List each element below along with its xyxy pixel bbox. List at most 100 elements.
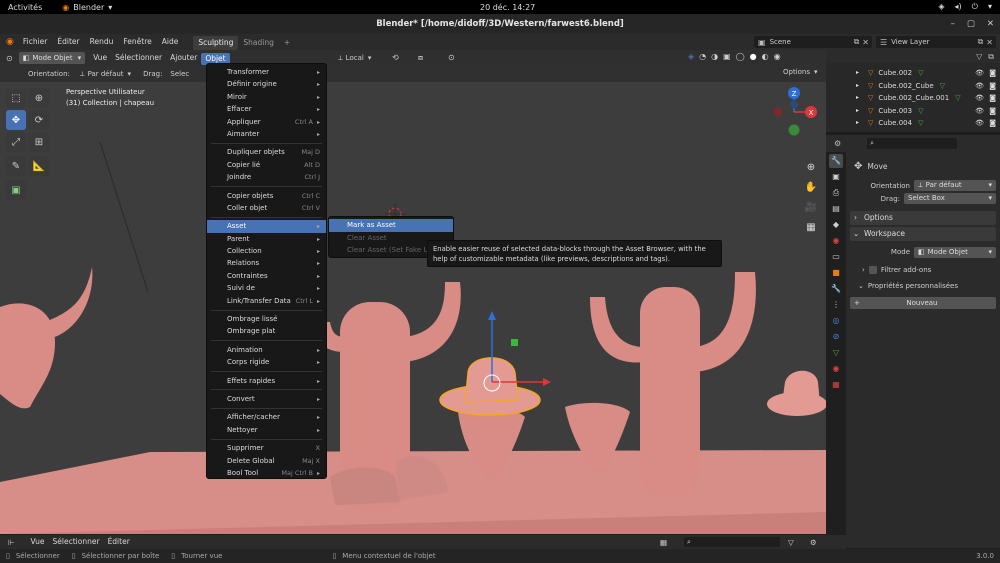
menu-fichier[interactable]: Fichier [18,34,53,50]
zoom-icon[interactable]: ⊕ [802,158,820,178]
close-icon[interactable]: ✕ [987,14,994,34]
copy-icon[interactable]: ⧉ [978,37,984,47]
workspace-mode-dropdown[interactable]: ◧ Mode Objet ▾ [914,246,996,258]
rendered-shading-icon[interactable]: ◉ [774,52,781,61]
object-menu-item[interactable]: Afficher/cacher ▸ [207,411,326,423]
object-menu-item[interactable]: Aimanter ▸ [207,128,326,140]
menu-fenetre[interactable]: Fenêtre [118,34,156,50]
transform-orientation[interactable]: ⟂ Local ▾ [338,52,371,64]
scale-tool[interactable]: ⤢ [6,132,26,152]
maximize-icon[interactable]: ▢ [967,14,975,34]
tab-shading[interactable]: Shading [238,36,278,50]
visibility-eye-icon[interactable]: 👁 [975,80,984,93]
menu-vue[interactable]: Vue [89,50,111,66]
navigation-gizmo[interactable]: Z X [770,84,820,142]
object-menu-item[interactable]: Parent ▸ [207,233,326,245]
grid-view-icon[interactable]: ▦ [660,538,667,547]
bottom-menu-vue[interactable]: Vue [27,534,49,550]
menu-selectionner[interactable]: Sélectionner [111,50,166,66]
options-dropdown[interactable]: Options ▾ [783,68,818,76]
add-cube-tool[interactable]: ▣ [6,180,26,200]
expand-arrow-icon[interactable]: ▸ [856,67,859,80]
object-menu-item[interactable]: Bool Tool Maj Ctrl B ▸ [207,467,326,479]
modifier-tab-icon[interactable]: 🔧 [829,282,843,296]
wireframe-shading-icon[interactable]: ◯ [736,52,745,61]
object-menu-item[interactable]: Corps rigide ▸ [207,356,326,368]
menu-editer[interactable]: Éditer [52,34,84,50]
object-tab-icon[interactable]: ■ [829,266,843,280]
render-camera-icon[interactable]: ◙ [989,92,996,105]
proportional-edit-icon[interactable]: ⊙ [448,53,455,62]
rotate-tool[interactable]: ⟳ [29,110,49,130]
expand-arrow-icon[interactable]: ▸ [856,80,859,93]
pan-hand-icon[interactable]: ✋ [802,178,820,198]
properties-search-input[interactable]: ⌕ [867,138,958,149]
menu-aide[interactable]: Aide [157,34,184,50]
world-tab-icon[interactable]: ◉ [829,234,843,248]
view-layer-tab-icon[interactable]: ▤ [829,202,843,216]
new-collection-icon[interactable]: ⧉ [988,52,994,62]
filter-addons-row[interactable]: › Filtrer add-ons [850,263,996,277]
object-menu-item[interactable]: Animation ▸ [207,344,326,356]
tab-sculpting[interactable]: Sculpting [193,35,239,50]
render-camera-icon[interactable]: ◙ [989,67,996,80]
transform-tool[interactable]: ⊞ [29,132,49,152]
expand-arrow-icon[interactable]: ▸ [856,105,859,118]
expand-arrow-icon[interactable]: ▸ [856,117,859,130]
object-menu-item[interactable]: Coller objet Ctrl V [207,202,326,214]
add-workspace-button[interactable]: + [279,36,295,50]
object-menu-item[interactable]: Miroir ▸ [207,91,326,103]
xray-icon[interactable]: ▣ [723,52,731,61]
cursor-tool[interactable]: ⊕ [29,88,49,108]
copy-icon[interactable]: ⧉ [854,37,860,47]
system-tray[interactable]: ◈ ◂) ⏻ ▾ [938,2,992,12]
render-camera-icon[interactable]: ◙ [989,80,996,93]
expand-arrow-icon[interactable]: ▸ [856,92,859,105]
visibility-eye-icon[interactable]: 👁 [975,92,984,105]
visibility-eye-icon[interactable]: 👁 [975,105,984,118]
object-menu-item[interactable]: Effets rapides ▸ [207,375,326,387]
object-menu-item[interactable]: Supprimer X [207,442,326,454]
outliner-row[interactable]: ▸ ▽ Cube.002_Cube.001 ▽ 👁 ◙ [826,92,1000,105]
object-menu-item[interactable]: Nettoyer ▸ [207,424,326,436]
custom-properties-panel[interactable]: ⌄ Propriétés personnalisées [850,279,996,293]
render-tab-icon[interactable]: ▣ [829,170,843,184]
outliner-row[interactable]: ▸ ▽ Cube.004 ▽ 👁 ◙ [826,117,1000,130]
drag-value[interactable]: Selec [170,70,189,78]
data-tab-icon[interactable]: ▽ [829,346,843,360]
gizmo-icon[interactable]: ◔ [699,52,706,61]
mark-as-asset-item[interactable]: Mark as Asset [329,219,453,232]
output-tab-icon[interactable]: ⎙ [829,186,843,200]
bottom-search-input[interactable]: ⌕ [684,537,780,547]
filter-icon[interactable]: ▽ [788,538,794,547]
object-menu-item[interactable]: Copier lié Alt D [207,159,326,171]
object-menu-item[interactable]: Appliquer Ctrl A ▸ [207,116,326,128]
visibility-icon[interactable]: ◈ [688,52,694,61]
camera-icon[interactable]: 🎥 [802,198,820,218]
object-menu-item[interactable]: Asset ▸ [207,220,326,233]
render-camera-icon[interactable]: ◙ [989,117,996,130]
settings-icon[interactable]: ⚙ [810,538,817,547]
workspace-panel[interactable]: ⌄ Workspace [850,227,996,241]
visibility-eye-icon[interactable]: 👁 [975,117,984,130]
constraints-tab-icon[interactable]: ⊘ [829,330,843,344]
object-menu-item[interactable]: Copier objets Ctrl C [207,190,326,202]
select-box-tool[interactable]: ⬚ [6,88,26,108]
visibility-eye-icon[interactable]: 👁 [975,67,984,80]
minimize-icon[interactable]: – [951,14,955,34]
object-menu-item[interactable]: Convert ▸ [207,393,326,405]
filter-addons-checkbox[interactable] [868,266,877,274]
solid-shading-icon[interactable]: ● [750,52,757,61]
object-menu-item[interactable]: Delete Global Maj X [207,455,326,467]
object-menu-item[interactable]: Contraintes ▸ [207,270,326,282]
material-shading-icon[interactable]: ◐ [762,52,769,61]
object-menu-item[interactable]: Suivi de ▸ [207,282,326,294]
physics-tab-icon[interactable]: ◎ [829,314,843,328]
outliner[interactable]: ▽ ⧉ ▸ ▽ Cube.002 ▽ 👁 ◙ ▸ ▽ Cube.002_Cube ▽ 👁 ◙ ▸ ▽ Cub… [826,50,1000,132]
new-property-button[interactable]: + Nouveau [850,297,996,309]
close-icon[interactable]: ✕ [862,38,869,47]
object-menu-item[interactable]: Définir origine ▸ [207,78,326,90]
grid-icon[interactable]: ▦ [802,218,820,238]
mode-selector[interactable]: ◧ Mode Objet ▾ [18,52,86,64]
drag-dropdown[interactable]: Select Box ▾ [904,193,996,204]
